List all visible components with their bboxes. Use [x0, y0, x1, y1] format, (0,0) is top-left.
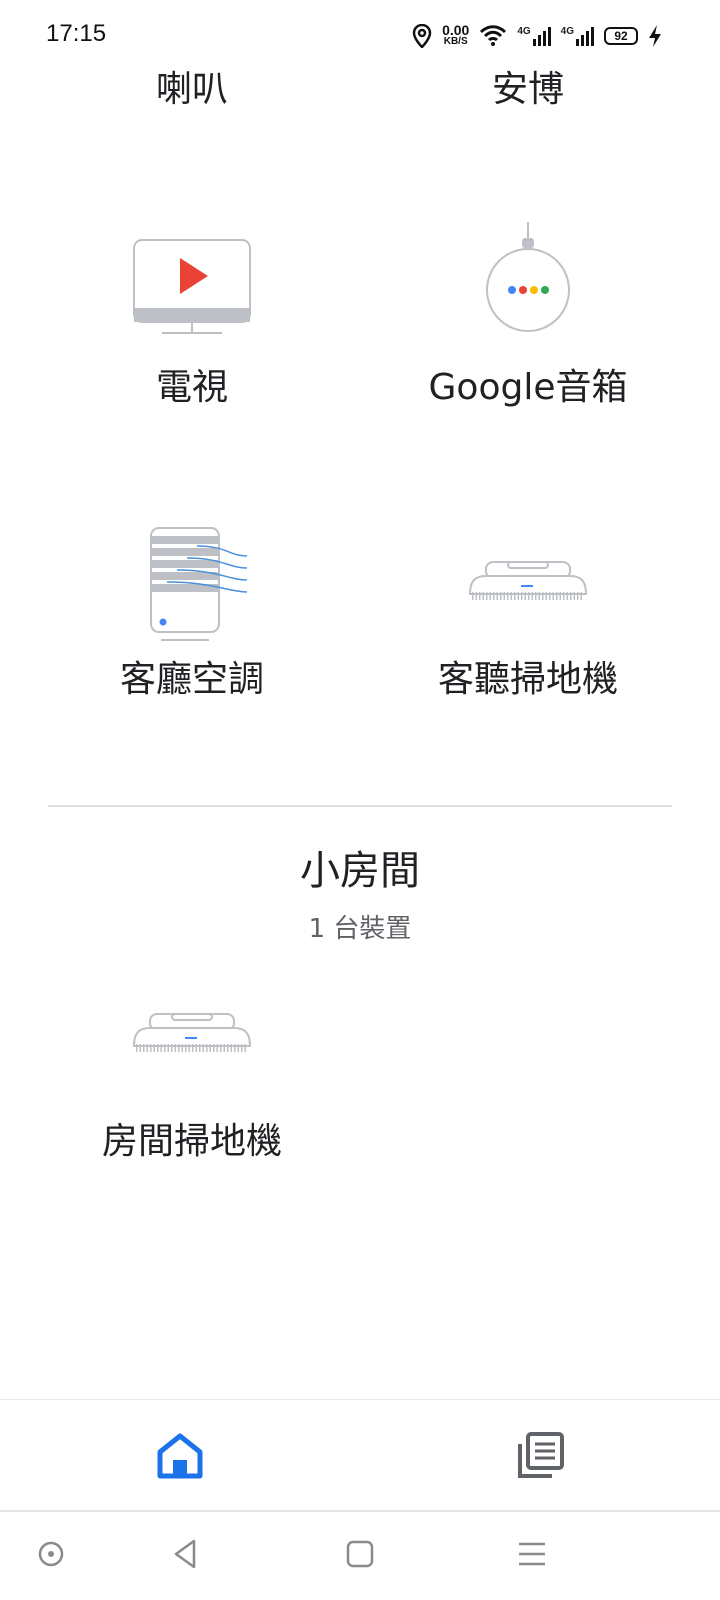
assistant-button[interactable]	[33, 1536, 69, 1572]
system-nav-bar	[0, 1512, 720, 1600]
assistant-icon	[38, 1541, 64, 1567]
room-divider	[48, 805, 672, 807]
menu-icon	[519, 1542, 545, 1566]
network-type-2: 4G	[560, 26, 574, 37]
bottom-nav	[0, 1400, 720, 1510]
back-icon	[174, 1539, 196, 1569]
device-tile-tv[interactable]: 電視	[12, 220, 372, 420]
robot-vacuum-icon	[348, 560, 708, 610]
signal-icon-2: 4G	[561, 26, 594, 46]
status-icons: 0.00 KB/S 4G 4G 92	[412, 20, 662, 52]
device-tile-air-conditioner[interactable]: 客廳空調	[12, 520, 372, 720]
device-tile-robot-vacuum-living[interactable]: 客聽掃地機	[348, 520, 708, 720]
robot-vacuum-icon	[12, 1012, 372, 1062]
device-label: 電視	[155, 367, 228, 408]
home-system-button[interactable]	[342, 1536, 378, 1572]
device-label: 喇叭	[155, 69, 228, 110]
home-icon	[157, 1433, 203, 1479]
network-type-1: 4G	[517, 26, 531, 37]
wifi-icon	[480, 25, 507, 46]
net-speed-value: 0.00	[442, 22, 470, 38]
signal-icon: 4G	[517, 26, 551, 46]
location-icon	[412, 24, 432, 48]
menu-button[interactable]	[514, 1536, 550, 1572]
home-square-icon	[346, 1540, 374, 1568]
device-label: 客廳空調	[119, 659, 264, 700]
room-title[interactable]: 小房間	[0, 838, 720, 896]
net-speed-unit: KB/S	[443, 36, 468, 47]
device-tile-anbo[interactable]: 安博	[348, 60, 708, 120]
device-label: 客聽掃地機	[437, 659, 618, 700]
net-speed: 0.00 KB/S	[442, 22, 470, 47]
device-label: Google音箱	[428, 367, 628, 408]
room-device-count: 1 台裝置	[308, 914, 412, 944]
nav-feed[interactable]	[514, 1430, 566, 1482]
battery-icon: 92	[604, 27, 638, 45]
device-tile-speaker[interactable]: 喇叭	[12, 60, 372, 120]
device-tile-google-speaker[interactable]: Google音箱	[348, 220, 708, 420]
tv-icon	[12, 238, 372, 338]
air-conditioner-icon	[12, 526, 372, 646]
nav-home[interactable]	[154, 1430, 206, 1482]
feed-icon	[518, 1432, 564, 1478]
charging-icon	[649, 25, 661, 47]
device-tile-robot-vacuum-room[interactable]: 房間掃地機	[12, 1000, 372, 1170]
google-speaker-icon	[348, 220, 708, 340]
back-button[interactable]	[168, 1536, 204, 1572]
device-label: 安博	[491, 69, 564, 110]
device-label: 房間掃地機	[101, 1121, 282, 1162]
status-time: 17:15	[46, 20, 107, 47]
